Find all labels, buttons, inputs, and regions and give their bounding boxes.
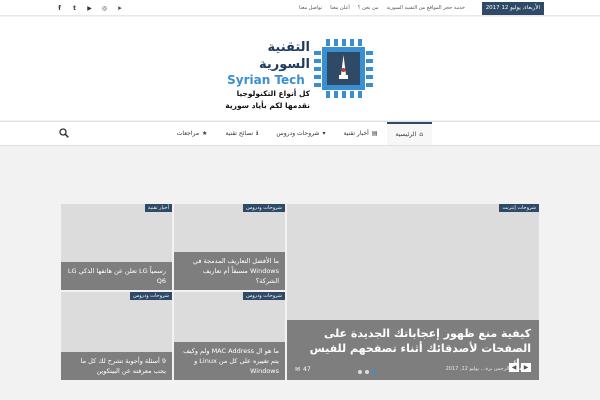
current-date: الأربعاء, يوليو 12 2017 [481, 2, 544, 15]
social-links: f t ▶ ◎ ➤ [55, 0, 124, 16]
slider-dots [358, 370, 376, 374]
slider-prev-icon[interactable]: ◀ [509, 363, 519, 372]
nav-item-label: الرئيسية [395, 131, 417, 138]
search-icon[interactable] [59, 128, 69, 138]
post-card[interactable]: شروحات ودروس 9 أسئلة وأجوبة تشرح لك كل م… [61, 292, 172, 380]
post-title[interactable]: رسمياً LG تعلن عن هاتفها الذكي LG Q6 [61, 262, 172, 290]
logo-tagline-1: كل أنواع التكنولوجيا [236, 89, 310, 98]
featured-slider: شروحات إنترنت كيفية منع ظهور إعجاباتك ال… [61, 204, 539, 380]
logo-latin-title: Syrian Tech [227, 73, 305, 87]
book-icon: ▾ [322, 130, 326, 137]
top-link-advertise[interactable]: أعلن معنا [330, 5, 350, 11]
top-bar: الأربعاء, يوليو 12 2017 خدمة حجز المواقع… [0, 0, 600, 16]
nav-item-label: شروحات ودروس [276, 130, 320, 137]
nav-item-home[interactable]: الرئيسية ⌂ [386, 122, 432, 145]
home-icon: ⌂ [419, 131, 423, 138]
facebook-icon[interactable]: f [55, 5, 64, 12]
featured-title[interactable]: كيفية منع ظهور إعجاباتك الجديدة على الصف… [295, 326, 531, 371]
nav-item-label: نصائح تقنية [225, 130, 254, 137]
post-category[interactable]: شروحات ودروس [130, 292, 172, 300]
logo-tagline-2: نقدمها لكم بأياد سورية [225, 101, 310, 110]
featured-post[interactable]: شروحات إنترنت كيفية منع ظهور إعجاباتك ال… [287, 204, 539, 380]
slider-dot[interactable] [358, 370, 362, 374]
slider-dot-active[interactable] [372, 370, 376, 374]
post-card[interactable]: شروحات ودروس ما هو ال MAC Address ولم وك… [174, 292, 285, 380]
top-links: خدمة حجز المواقع من التقنية السورية من ن… [299, 0, 465, 16]
logo-text: التقنية السورية Syrian Tech كل أنواع الت… [222, 39, 310, 112]
post-category[interactable]: أخبار تقنية [144, 204, 172, 212]
nav-item-tech-news[interactable]: أخبار تقنية ▤ [334, 122, 386, 145]
post-category[interactable]: شروحات ودروس [243, 292, 285, 300]
slider-next-icon[interactable]: ▶ [521, 363, 531, 372]
telegram-icon[interactable]: ➤ [115, 5, 124, 12]
main-nav: الرئيسية ⌂ أخبار تقنية ▤ شروحات ودروس ▾ … [0, 121, 600, 146]
post-title[interactable]: 9 أسئلة وأجوبة تشرح لك كل ما يجب معرفته … [61, 352, 172, 380]
post-card[interactable]: أخبار تقنية رسمياً LG تعلن عن هاتفها الذ… [61, 204, 172, 290]
comments-count[interactable]: ✉ 47 [295, 366, 311, 373]
comment-icon: ✉ [295, 366, 301, 373]
nav-item-label: أخبار تقنية [343, 130, 369, 137]
top-link-contact[interactable]: تواصل معنا [299, 5, 322, 11]
twitter-icon[interactable]: t [70, 5, 79, 12]
site-header: التقنية السورية Syrian Tech كل أنواع الت… [0, 17, 600, 120]
nav-item-tutorials[interactable]: شروحات ودروس ▾ [267, 122, 334, 145]
chip-logo-icon[interactable] [312, 37, 375, 100]
nav-item-tips[interactable]: نصائح تقنية ℹ [216, 122, 267, 145]
comments-count-value: 47 [303, 366, 311, 373]
youtube-icon[interactable]: ▶ [85, 5, 94, 12]
slider-dot[interactable] [365, 370, 369, 374]
post-category[interactable]: شروحات إنترنت [499, 204, 539, 212]
newspaper-icon: ▤ [371, 130, 378, 137]
slider-arrows: ◀ ▶ [509, 363, 531, 372]
star-icon: ★ [202, 130, 208, 137]
logo-title: التقنية السورية [259, 40, 310, 72]
instagram-icon[interactable]: ◎ [100, 5, 109, 12]
nav-item-reviews[interactable]: مراجعات ★ [168, 122, 217, 145]
nav-item-label: مراجعات [176, 130, 200, 137]
top-link-about[interactable]: من نحن ؟ [358, 5, 379, 11]
top-link-domain-service[interactable]: خدمة حجز المواقع من التقنية السورية [386, 5, 465, 11]
post-category[interactable]: شروحات ودروس [243, 204, 285, 212]
info-icon: ℹ [256, 130, 259, 137]
post-title[interactable]: ما هو ال MAC Address ولم وكيف يتم تغييره… [174, 342, 285, 380]
post-title[interactable]: ما الأفضل التعاريف المدمجة في Windows مس… [174, 252, 285, 290]
post-card[interactable]: شروحات ودروس ما الأفضل التعاريف المدمجة … [174, 204, 285, 290]
